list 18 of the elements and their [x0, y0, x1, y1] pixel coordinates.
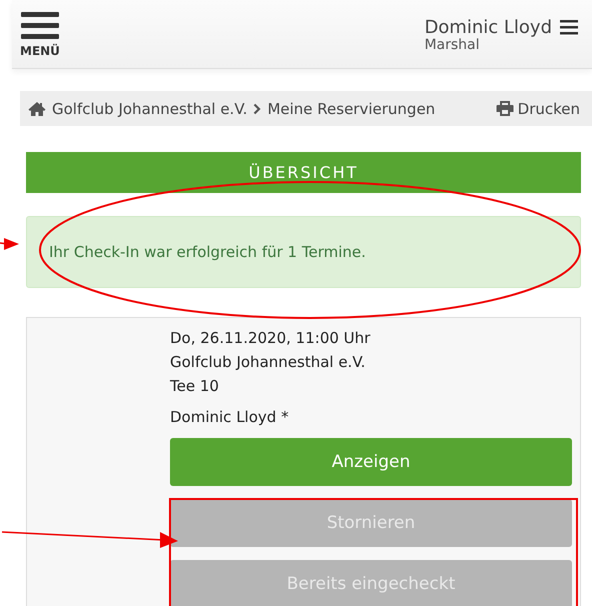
alert-text: Ihr Check-In war erfolgreich für 1 Termine.: [49, 243, 366, 261]
user-name: Dominic Lloyd: [424, 16, 552, 38]
user-role: Marshal: [424, 38, 480, 52]
reservation-detail: Golfclub Johannesthal e.V.: [170, 352, 366, 373]
home-icon[interactable]: [28, 100, 46, 116]
section-title: ÜBERSICHT: [26, 152, 581, 193]
breadcrumb-link[interactable]: Meine Reservierungen: [267, 100, 436, 118]
player-name: Dominic Lloyd *: [170, 408, 290, 426]
menu-icon: [20, 10, 59, 40]
reservation-detail: Tee 10: [170, 376, 220, 397]
breadcrumb-link[interactable]: Golfclub Johannesthal e.V.: [52, 100, 248, 118]
menu-icon[interactable]: [560, 19, 578, 35]
printer-icon: [496, 100, 514, 117]
chevron-right-icon: [253, 102, 262, 114]
pointer-arrow: [0, 238, 19, 250]
reservation-detail: Do, 26.11.2020, 11:00 Uhr: [170, 328, 372, 349]
print-link[interactable]: Drucken: [496, 100, 580, 118]
menu-button[interactable]: MENÜ: [20, 10, 60, 58]
